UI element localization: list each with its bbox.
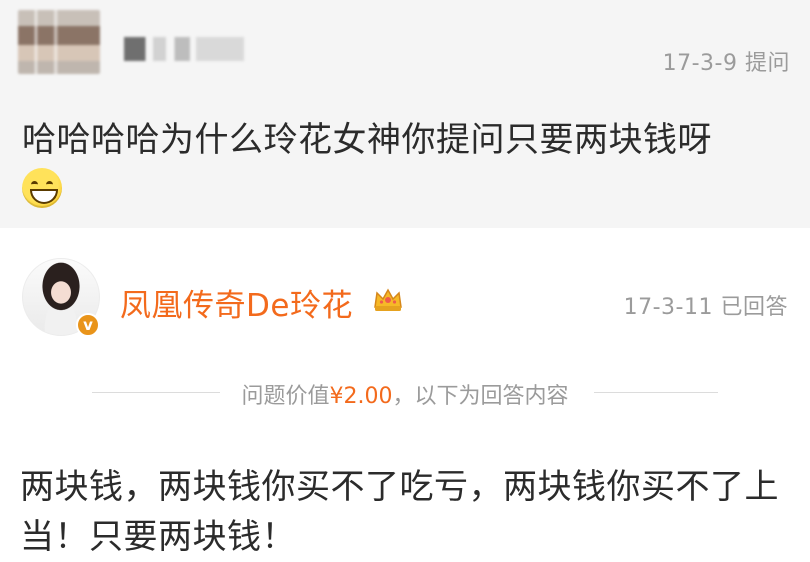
question-card: 17-3-9 提问 哈哈哈哈为什么玲花女神你提问只要两块钱呀 (0, 0, 810, 228)
crown-icon (374, 288, 402, 311)
question-value-divider: 问题价值¥2.00，以下为回答内容 (0, 378, 810, 410)
answer-text: 两块钱，两块钱你买不了吃亏，两块钱你买不了上当！只要两块钱！ (20, 467, 779, 557)
answer-date: 17-3-11 (623, 295, 713, 320)
asker-name[interactable] (124, 37, 244, 61)
asker-avatar[interactable] (18, 10, 100, 74)
question-meta: 17-3-9 提问 (663, 45, 790, 77)
answer-status: 已回答 (720, 295, 788, 320)
question-text: 哈哈哈哈为什么玲花女神你提问只要两块钱呀 (22, 120, 712, 160)
answerer-name[interactable]: 凤凰传奇De玲花 (120, 280, 353, 325)
answer-intro-label: ，以下为回答内容 (392, 384, 569, 409)
verified-badge-icon: v (76, 313, 100, 337)
grinning-face-emoji-icon (22, 168, 62, 208)
question-date: 17-3-9 (662, 51, 738, 76)
question-action: 提问 (744, 51, 790, 76)
question-price: ¥2.00 (329, 384, 393, 409)
answer-meta: 17-3-11 已回答 (624, 289, 788, 321)
question-value-label: 问题价值 (241, 384, 330, 409)
